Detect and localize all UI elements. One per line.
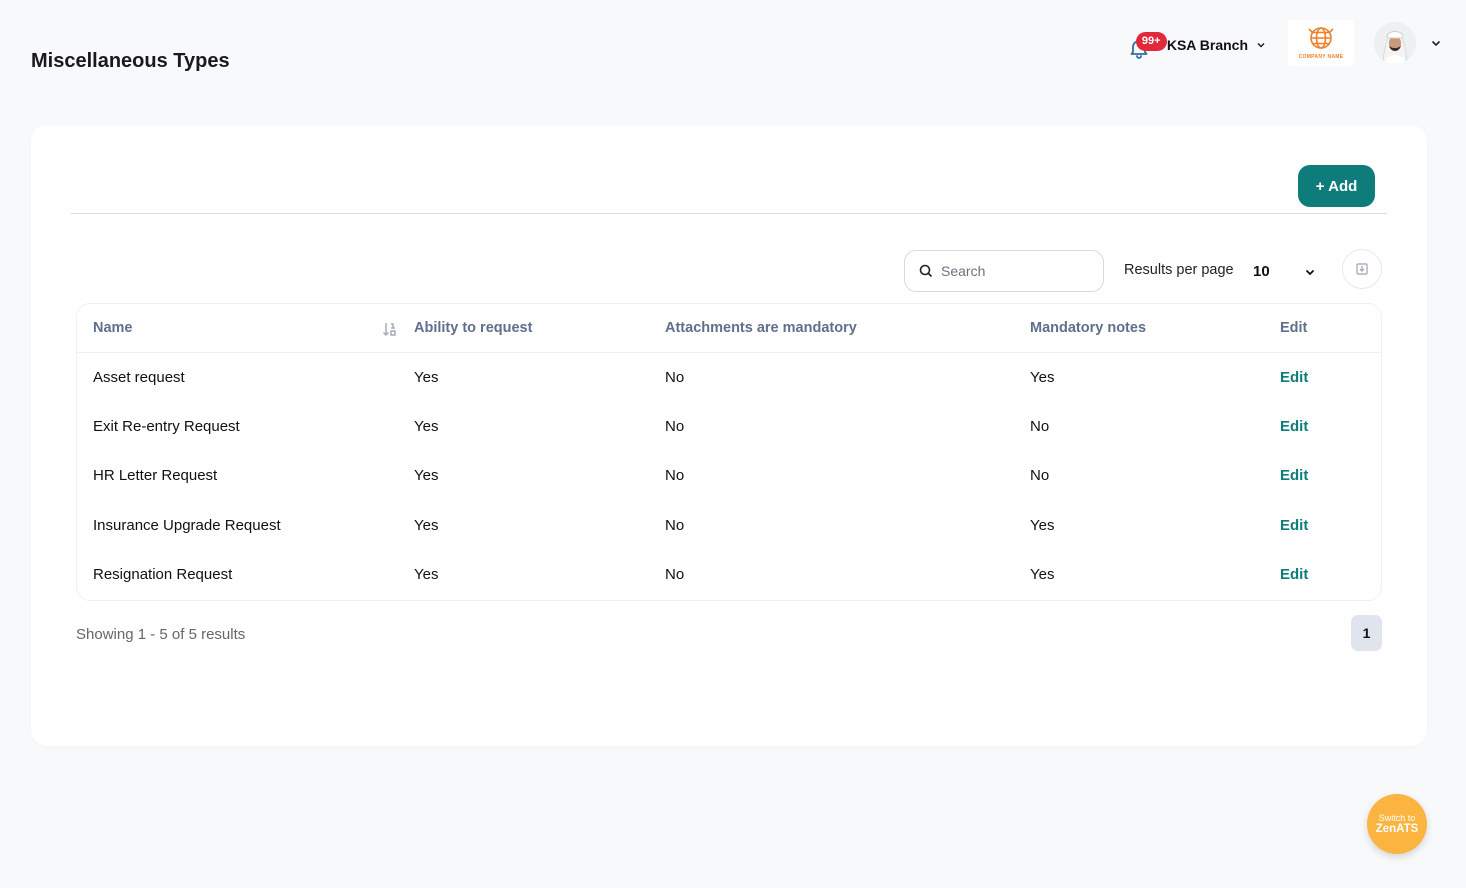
cell-ability: Yes (414, 368, 439, 386)
cell-ability: Yes (414, 417, 439, 435)
table-row: Exit Re-entry Request Yes No No Edit (77, 402, 1381, 452)
cell-attachments: No (665, 467, 685, 485)
edit-link[interactable]: Edit (1280, 369, 1308, 386)
cell-attachments: No (665, 417, 685, 435)
edit-link[interactable]: Edit (1280, 517, 1308, 534)
switch-to-zenats-button[interactable]: Switch to ZenATS (1367, 794, 1427, 854)
cell-notes: No (1030, 467, 1050, 485)
table-row: Resignation Request Yes No Yes Edit (77, 550, 1381, 600)
table-row: Insurance Upgrade Request Yes No Yes Edi… (77, 501, 1381, 551)
switch-fab-line1: Switch to (1378, 813, 1416, 823)
sort-icon[interactable] (382, 321, 398, 337)
search-box[interactable] (904, 250, 1104, 292)
column-header-ability: Ability to request (414, 304, 665, 353)
user-menu-chevron-icon[interactable] (1430, 37, 1442, 49)
page-title: Miscellaneous Types (31, 50, 230, 72)
cell-notes: No (1030, 417, 1050, 435)
cell-notes: Yes (1030, 516, 1055, 534)
branch-label: KSA Branch (1166, 37, 1248, 53)
cell-name: Exit Re-entry Request (93, 417, 240, 435)
cell-notes: Yes (1030, 368, 1055, 386)
results-per-page-select[interactable]: 10 (1253, 263, 1270, 280)
table-header-row: Name Ability to request Attachments are … (77, 304, 1381, 353)
chevron-down-icon[interactable] (1304, 266, 1316, 278)
cell-attachments: No (665, 368, 685, 386)
cell-ability: Yes (414, 467, 439, 485)
topbar: 99+ KSA Branch COMPANY NAME (1127, 20, 1442, 66)
results-per-page-label: Results per page (1124, 262, 1234, 278)
notifications-button[interactable]: 99+ (1127, 30, 1167, 59)
column-header-name[interactable]: Name (77, 304, 414, 353)
cell-name: Insurance Upgrade Request (93, 516, 281, 534)
company-logo: COMPANY NAME (1288, 20, 1354, 66)
cell-name: HR Letter Request (93, 467, 218, 485)
search-icon (919, 264, 933, 278)
notification-badge: 99+ (1135, 32, 1167, 51)
cell-attachments: No (665, 566, 685, 584)
branch-selector[interactable]: KSA Branch (1167, 37, 1266, 53)
avatar-image (1374, 22, 1416, 64)
results-summary: Showing 1 - 5 of 5 results (76, 626, 246, 643)
column-header-edit: Edit (1280, 304, 1381, 353)
column-header-notes: Mandatory notes (1030, 304, 1280, 353)
column-header-attachments: Attachments are mandatory (665, 304, 1030, 353)
user-avatar[interactable] (1374, 22, 1416, 64)
cell-name: Resignation Request (93, 566, 233, 584)
cell-ability: Yes (414, 566, 439, 584)
cell-ability: Yes (414, 516, 439, 534)
download-icon (1356, 263, 1368, 275)
add-button[interactable]: + Add (1298, 165, 1375, 207)
export-button[interactable] (1342, 249, 1382, 289)
cell-attachments: No (665, 516, 685, 534)
content-card: + Add Results per page 10 Name Ability t… (31, 125, 1427, 746)
pagination-page-button[interactable]: 1 (1351, 615, 1382, 651)
divider (71, 213, 1387, 214)
data-table: Name Ability to request Attachments are … (76, 303, 1382, 601)
table-row: Asset request Yes No Yes Edit (77, 352, 1381, 402)
cell-notes: Yes (1030, 566, 1055, 584)
company-logo-text: COMPANY NAME (1298, 54, 1344, 60)
chevron-down-icon (1257, 42, 1265, 48)
search-input[interactable] (941, 263, 1091, 279)
edit-link[interactable]: Edit (1280, 467, 1308, 484)
cell-name: Asset request (93, 368, 185, 386)
switch-fab-line2: ZenATS (1375, 823, 1419, 835)
table-row: HR Letter Request Yes No No Edit (77, 451, 1381, 501)
edit-link[interactable]: Edit (1280, 418, 1308, 435)
globe-icon (1308, 27, 1334, 49)
edit-link[interactable]: Edit (1280, 566, 1308, 583)
